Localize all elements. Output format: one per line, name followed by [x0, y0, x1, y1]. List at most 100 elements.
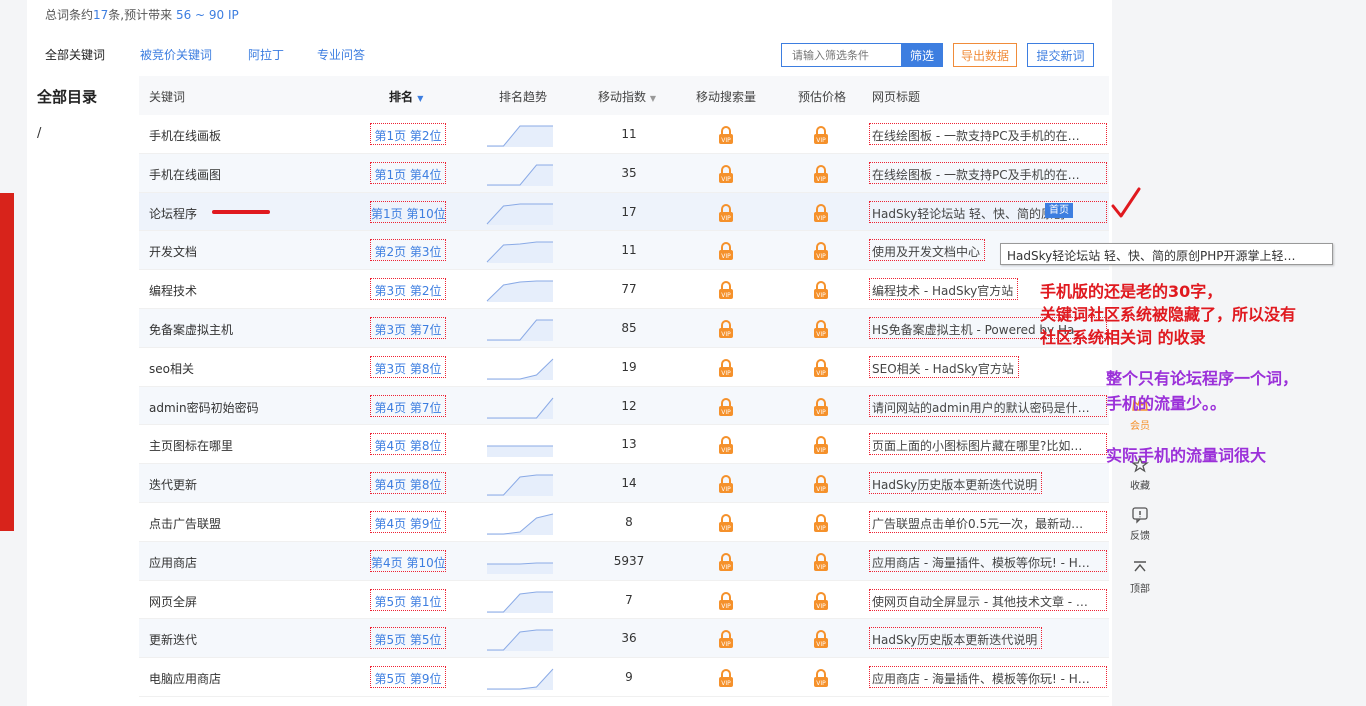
summary-mid: 条,预计带来	[108, 8, 176, 22]
keyword-cell: 网页全屏	[149, 594, 198, 609]
keyword-cell: 编程技术	[149, 284, 198, 299]
trend-sparkline	[487, 445, 553, 458]
trend-sparkline	[487, 474, 553, 497]
page-title-link[interactable]: 在线绘图板 - 一款支持PC及手机的在…	[869, 123, 1107, 145]
tab-all-keywords[interactable]: 全部关键词	[45, 46, 105, 63]
rank-link[interactable]: 第1页 第2位	[370, 123, 446, 145]
rank-link[interactable]: 第5页 第5位	[370, 627, 446, 650]
page-title-link[interactable]: HadSky历史版本更新迭代说明	[869, 472, 1043, 495]
rank-link[interactable]: 第1页 第10位	[370, 200, 446, 223]
annotation-purple-line: 手机的流量少。。	[1106, 394, 1227, 413]
table-row: 手机在线画板 第1页 第2位 11 VIP VIP 在线绘图板 - 一款支持PC…	[139, 115, 1109, 154]
arrow-up-icon	[1134, 561, 1146, 572]
mobile-index-cell: 8	[625, 514, 633, 529]
annotation-red: 手机版的还是老的30字， 关键词社区系统被隐藏了，所以没有 社区系统相关词 的收…	[1040, 280, 1296, 349]
filter-button[interactable]: 筛选	[901, 43, 943, 67]
svg-text:VIP: VIP	[721, 486, 731, 493]
rank-link[interactable]: 第4页 第8位	[370, 433, 446, 456]
tab-aladdin[interactable]: 阿拉丁	[248, 46, 284, 63]
directory-root[interactable]: /	[37, 126, 41, 141]
vip-lock-icon: VIP	[814, 669, 828, 688]
header-mobile-index[interactable]: 移动指数 ▼	[598, 88, 656, 105]
keyword-cell: seo相关	[149, 361, 194, 376]
sort-down-icon: ▼	[417, 94, 424, 103]
trend-sparkline	[487, 164, 553, 186]
tab-bid-keywords[interactable]: 被竞价关键词	[140, 46, 212, 63]
trend-sparkline	[486, 241, 553, 264]
summary-ip: 56 ~ 90 IP	[175, 8, 239, 22]
page-title-link[interactable]: 在线绘图板 - 一款支持PC及手机的在…	[869, 161, 1107, 184]
submit-new-word-button[interactable]: 提交新词	[1027, 43, 1094, 67]
vip-lock-icon: VIP	[719, 320, 733, 338]
mobile-index-cell: 9	[625, 670, 633, 685]
page-title-link[interactable]: 应用商店 - 海量插件、模板等你玩! - H…	[869, 549, 1107, 572]
vip-lock-icon: VIP	[719, 475, 733, 494]
underline-mark	[212, 210, 270, 214]
filter-input[interactable]	[781, 43, 901, 67]
keyword-cell: 电脑应用商店	[149, 672, 222, 687]
svg-text:VIP: VIP	[721, 331, 731, 338]
svg-text:VIP: VIP	[721, 680, 731, 687]
mobile-index-cell: 19	[621, 359, 637, 374]
summary-count: 17	[93, 8, 109, 22]
home-badge: 首页	[1045, 203, 1073, 218]
vip-lock-icon: VIP	[814, 630, 828, 649]
page-title-link[interactable]: 请问网站的admin用户的默认密码是什…	[869, 394, 1107, 417]
table-row: 开发文档 第2页 第3位 11 VIP VIP 使用及开发文档中心	[139, 231, 1109, 271]
keyword-cell: 手机在线画板	[149, 129, 222, 143]
feedback-tool[interactable]: 反馈	[1122, 506, 1158, 542]
rank-link[interactable]: 第3页 第8位	[370, 355, 446, 378]
side-ad-banner[interactable]	[0, 193, 14, 531]
page-title-link[interactable]: HadSky历史版本更新迭代说明	[869, 627, 1043, 650]
svg-text:VIP: VIP	[721, 447, 731, 454]
back-to-top-tool[interactable]: 顶部	[1122, 559, 1158, 595]
rank-link[interactable]: 第2页 第3位	[370, 239, 446, 262]
table-row: admin密码初始密码 第4页 第7位 12 VIP VIP 请问网站的admi…	[139, 386, 1109, 426]
rank-link[interactable]: 第3页 第2位	[370, 278, 446, 301]
rank-link[interactable]: 第4页 第9位	[370, 510, 446, 533]
page-title-link[interactable]: 编程技术 - HadSky官方站	[869, 278, 1019, 301]
mobile-index-cell: 12	[621, 398, 637, 413]
rank-link[interactable]: 第3页 第7位	[370, 316, 446, 339]
svg-text:VIP: VIP	[816, 253, 826, 260]
rank-link[interactable]: 第4页 第7位	[370, 394, 446, 417]
summary-line: 总词条约17条,预计带来 56 ~ 90 IP	[45, 6, 239, 23]
vip-lock-icon: VIP	[719, 552, 733, 571]
page-title-link[interactable]: 使用及开发文档中心	[869, 239, 986, 262]
page-title-link[interactable]: 广告联盟点击单价0.5元一次，最新动…	[869, 510, 1107, 533]
vip-lock-icon: VIP	[719, 164, 733, 183]
header-price: 预估价格	[798, 90, 847, 104]
rank-link[interactable]: 第4页 第8位	[370, 472, 446, 495]
vip-lock-icon: VIP	[719, 358, 733, 377]
vip-lock-icon: VIP	[814, 126, 828, 144]
page-title-link[interactable]: 使网页自动全屏显示 - 其他技术文章 - …	[869, 588, 1107, 611]
table-row: 网页全屏 第5页 第1位 7 VIP VIP 使网页自动全屏显示 - 其他技术文…	[139, 581, 1109, 620]
directory-title: 全部目录	[37, 88, 98, 106]
annotation-red-line: 关键词社区系统被隐藏了，所以没有	[1040, 305, 1297, 324]
table-row: 编程技术 第3页 第2位 77 VIP VIP 编程技术 - HadSky官方站	[139, 270, 1109, 309]
vip-lock-icon: VIP	[814, 436, 828, 455]
tab-qa[interactable]: 专业问答	[317, 46, 365, 63]
rank-link[interactable]: 第5页 第1位	[370, 588, 446, 611]
svg-text:VIP: VIP	[721, 253, 731, 260]
table-row: 点击广告联盟 第4页 第9位 8 VIP VIP 广告联盟点击单价0.5元一次，…	[139, 503, 1109, 542]
vip-lock-icon: VIP	[719, 397, 733, 416]
export-button[interactable]: 导出数据	[953, 43, 1017, 67]
trend-sparkline	[487, 591, 553, 613]
mobile-index-cell: 11	[621, 243, 637, 258]
page-title-link[interactable]: SEO相关 - HadSky官方站	[869, 355, 1019, 378]
keyword-cell: 主页图标在哪里	[149, 439, 234, 454]
rank-link[interactable]: 第5页 第9位	[370, 666, 446, 689]
trend-sparkline	[487, 397, 554, 419]
vip-lock-icon: VIP	[719, 126, 733, 144]
feedback-icon	[1132, 507, 1148, 524]
header-rank[interactable]: 排名 ▼	[389, 88, 423, 105]
page-title-link[interactable]: 应用商店 - 海量插件、模板等你玩! - H…	[869, 666, 1107, 689]
feedback-label: 反馈	[1130, 531, 1150, 542]
rank-link[interactable]: 第1页 第4位	[370, 161, 446, 184]
svg-text:VIP: VIP	[816, 641, 826, 648]
mobile-index-cell: 36	[621, 631, 637, 646]
rank-link[interactable]: 第4页 第10位	[370, 549, 446, 572]
page-title-link[interactable]: 页面上面的小图标图片藏在哪里?比如…	[869, 433, 1107, 456]
trend-sparkline	[487, 513, 554, 535]
